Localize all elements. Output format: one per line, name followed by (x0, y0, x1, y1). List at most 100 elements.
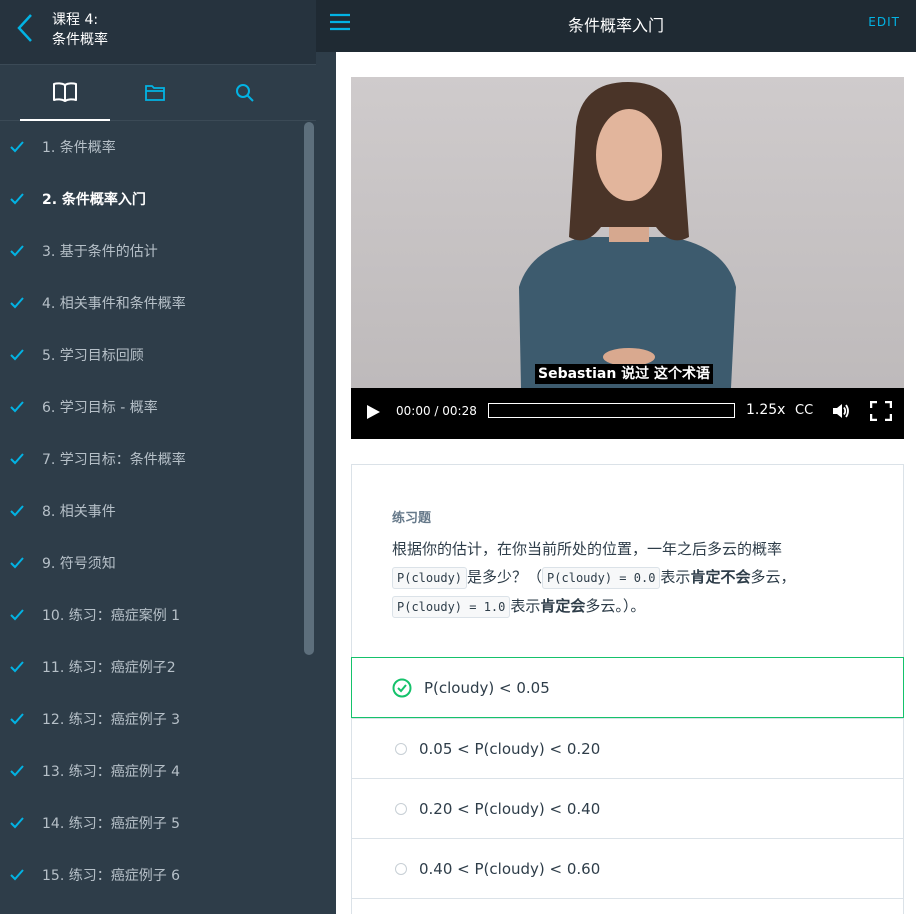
fullscreen-icon (869, 400, 893, 422)
answer-option[interactable]: 0.40 < P(cloudy) < 0.60 (351, 838, 904, 898)
fullscreen-button[interactable] (869, 400, 893, 422)
answer-option-label: 0.40 < P(cloudy) < 0.60 (419, 859, 601, 878)
sidebar-item[interactable]: 13. 练习：癌症例子 4 (0, 745, 316, 797)
sidebar: 课程 4: 条件概率 1. 条件概率 2. 条件概率入门 3. 基于条件的估计 … (0, 0, 316, 914)
video-frame[interactable]: Sebastian 说过 这个术语 (351, 77, 904, 388)
sidebar-item-label: 7. 学习目标：条件概率 (42, 452, 186, 468)
inline-code: P(cloudy) = 0.0 (542, 567, 661, 589)
question-text: 多云， (750, 568, 796, 586)
quiz-question: 根据你的估计，在你当前所处的位置，一年之后多云的概率 P(cloudy) 是多少？（… (392, 535, 862, 621)
folder-icon (145, 85, 165, 101)
question-text: 多云。）。 (585, 597, 646, 615)
sidebar-item[interactable]: 14. 练习：癌症例子 5 (0, 797, 316, 849)
video-time: 00:00 / 00:28 (396, 404, 477, 418)
page-title: 条件概率入门 (567, 16, 664, 35)
question-text: 根据你的估计，在你当前所处的位置，一年之后多云的概率 (392, 540, 783, 558)
answer-option-label: 0.20 < P(cloudy) < 0.40 (419, 799, 601, 818)
answer-option[interactable]: 0.20 < P(cloudy) < 0.40 (351, 778, 904, 838)
tab-resources[interactable] (110, 65, 200, 121)
sidebar-scrollbar[interactable] (304, 122, 314, 655)
course-name: 条件概率 (52, 32, 108, 48)
sidebar-item[interactable]: 1. 条件概率 (0, 121, 316, 173)
cc-button[interactable]: CC (795, 403, 813, 418)
volume-button[interactable] (831, 401, 851, 421)
check-icon (0, 661, 42, 673)
quiz-card: 练习题 根据你的估计，在你当前所处的位置，一年之后多云的概率 P(cloudy) 是… (351, 464, 904, 914)
main-gutter (316, 52, 336, 914)
check-icon (0, 609, 42, 621)
sidebar-item[interactable]: 12. 练习：癌症例子 3 (0, 693, 316, 745)
sidebar-tabs (0, 65, 316, 121)
speed-button[interactable]: 1.25x (746, 402, 785, 418)
check-icon (0, 557, 42, 569)
play-button[interactable] (365, 404, 381, 420)
inline-code: P(cloudy) = 1.0 (392, 596, 511, 618)
sidebar-item[interactable]: 4. 相关事件和条件概率 (0, 277, 316, 329)
back-button[interactable] (12, 10, 38, 46)
check-icon (0, 141, 42, 153)
check-icon (0, 869, 42, 881)
quiz-label: 练习题 (392, 511, 432, 526)
inline-code: P(cloudy) (392, 567, 468, 589)
check-icon (0, 765, 42, 777)
sidebar-item-label: 4. 相关事件和条件概率 (42, 296, 186, 312)
course-label: 课程 4: (52, 12, 99, 28)
sidebar-item[interactable]: 7. 学习目标：条件概率 (0, 433, 316, 485)
chevron-left-icon (17, 14, 32, 42)
sidebar-item[interactable]: 8. 相关事件 (0, 485, 316, 537)
sidebar-item-label: 15. 练习：癌症例子 6 (42, 868, 181, 884)
check-circle-icon (392, 678, 412, 697)
progress-bar[interactable] (488, 403, 735, 418)
answer-option-selected[interactable]: P(cloudy) < 0.05 (351, 657, 904, 718)
play-icon (367, 405, 380, 419)
question-emphasis: 肯定会 (540, 597, 586, 615)
volume-icon (833, 404, 849, 418)
sidebar-item-label: 2. 条件概率入门 (42, 192, 146, 208)
sidebar-item-label: 11. 练习：癌症例子2 (42, 660, 176, 676)
question-text: 表示 (660, 568, 691, 586)
sidebar-item-label: 9. 符号须知 (42, 556, 116, 572)
video-player[interactable]: Sebastian 说过 这个术语 00:00 / 00:28 1.25x CC (351, 77, 904, 439)
sidebar-item[interactable]: 11. 练习：癌症例子2 (0, 641, 316, 693)
sidebar-item[interactable]: 10. 练习：癌症案例 1 (0, 589, 316, 641)
check-icon (0, 349, 42, 361)
tab-lessons[interactable] (20, 65, 110, 121)
check-icon (0, 505, 42, 517)
check-icon (0, 453, 42, 465)
sidebar-item[interactable]: 5. 学习目标回顾 (0, 329, 316, 381)
book-icon (53, 82, 77, 102)
sidebar-item[interactable]: 9. 符号须知 (0, 537, 316, 589)
main-content: Sebastian 说过 这个术语 00:00 / 00:28 1.25x CC (336, 52, 916, 914)
question-emphasis: 肯定不会 (690, 568, 751, 586)
answer-option-label: 0.05 < P(cloudy) < 0.20 (419, 739, 601, 758)
lesson-list: 1. 条件概率 2. 条件概率入门 3. 基于条件的估计 4. 相关事件和条件概… (0, 121, 316, 901)
check-icon (0, 401, 42, 413)
answer-option-more[interactable] (351, 898, 904, 914)
top-bar: 条件概率入门 EDIT (316, 0, 916, 52)
check-icon (0, 193, 42, 205)
edit-link[interactable]: EDIT (868, 15, 900, 29)
radio-icon (395, 862, 407, 875)
check-icon (0, 297, 42, 309)
sidebar-header: 课程 4: 条件概率 (0, 0, 316, 65)
search-icon (236, 84, 254, 102)
presenter-image (519, 82, 736, 388)
answer-option[interactable]: 0.05 < P(cloudy) < 0.20 (351, 718, 904, 778)
sidebar-item-label: 14. 练习：癌症例子 5 (42, 816, 181, 832)
check-icon (0, 817, 42, 829)
sidebar-item-active[interactable]: 2. 条件概率入门 (0, 173, 316, 225)
question-text: 是多少？（ (467, 568, 543, 586)
sidebar-item-label: 13. 练习：癌症例子 4 (42, 764, 181, 780)
answer-option-label: P(cloudy) < 0.05 (424, 678, 550, 697)
radio-icon (395, 802, 407, 815)
check-icon (0, 713, 42, 725)
sidebar-item[interactable]: 3. 基于条件的估计 (0, 225, 316, 277)
sidebar-item-label: 12. 练习：癌症例子 3 (42, 712, 181, 728)
radio-icon (395, 742, 407, 755)
tab-search[interactable] (200, 65, 290, 121)
sidebar-item[interactable]: 15. 练习：癌症例子 6 (0, 849, 316, 901)
sidebar-item[interactable]: 6. 学习目标 - 概率 (0, 381, 316, 433)
sidebar-item-label: 10. 练习：癌症案例 1 (42, 608, 181, 624)
sidebar-item-label: 5. 学习目标回顾 (42, 348, 144, 364)
sidebar-item-label: 8. 相关事件 (42, 504, 116, 520)
